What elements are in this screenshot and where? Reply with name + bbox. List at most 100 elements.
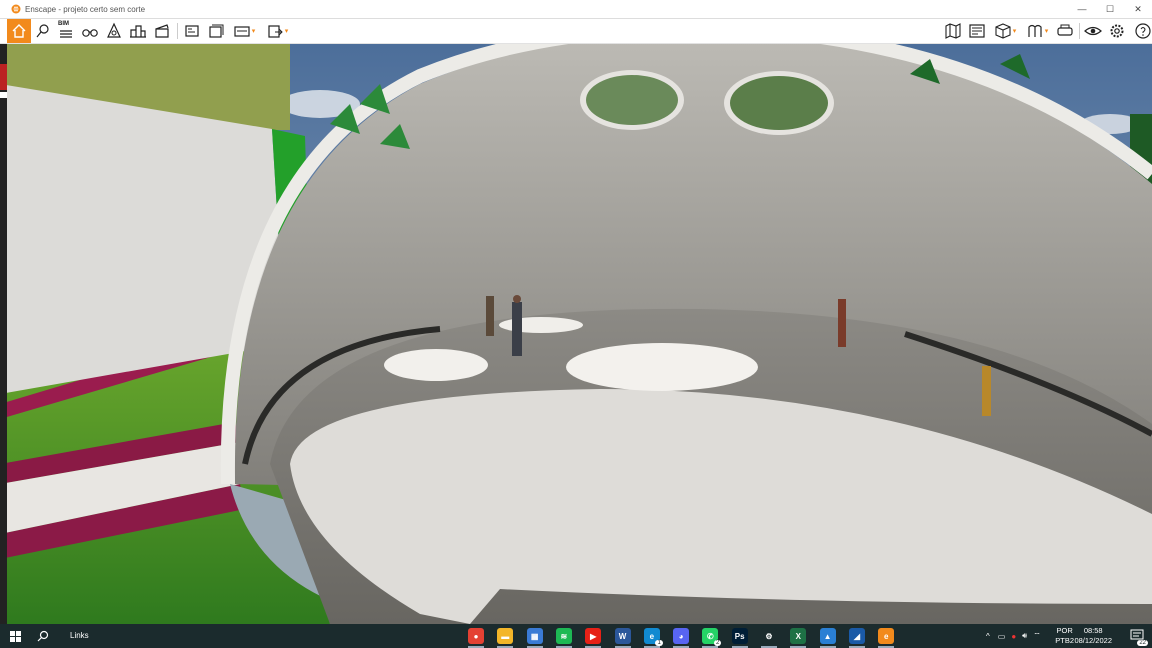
taskbar-app-button[interactable]: ◢ [845,624,869,648]
enscape-logo-icon [11,4,21,14]
taskbar-app-button[interactable]: e1 [640,624,664,648]
photos-icon: ▲ [819,628,836,644]
excel-icon: X [790,628,807,644]
keyboard-layout: PTB2 [1055,636,1074,645]
antivirus-icon[interactable]: ● [1011,632,1016,641]
cube-dropdown-caret-icon[interactable]: ▾ [1013,27,1017,35]
taskbar-app-button[interactable]: ≋ [552,624,576,648]
word-icon: W [614,628,631,644]
discord-icon: ◕ [673,628,690,644]
start-button[interactable] [4,624,26,648]
youtube-icon: ▶ [585,628,602,644]
taskbar-app-button[interactable]: e [874,624,898,648]
language-code: POR [1056,626,1073,635]
left-edge-strip [0,44,7,624]
batch-render-button[interactable] [205,19,227,43]
vr-headset-button[interactable] [1054,19,1076,43]
chrome-icon: ● [468,628,484,644]
render-viewport[interactable]: ^ [0,44,1152,624]
volume-icon[interactable]: 🔊︎ [1022,631,1027,641]
file-explorer-icon: ▬ [497,628,514,644]
binoculars-button[interactable] [79,19,101,43]
taskbar-app-button[interactable]: ✆ 2 [698,624,722,648]
notification-count-badge: 22 [1137,640,1148,646]
left-edge-red-block [0,64,7,90]
vr-headset-icon [1057,24,1073,36]
settings-icon [1110,24,1124,38]
maximize-button[interactable]: ☐ [1096,0,1124,18]
windows-start-icon [9,630,21,642]
taskbar-app-button[interactable]: ▶ [581,624,605,648]
export-button[interactable]: ▾ [262,19,292,43]
taskbar-app-button[interactable]: W [611,624,635,648]
help-icon [1135,23,1151,39]
video-editor-icon [155,24,169,38]
clock-date: 08/12/2022 [1074,636,1112,645]
panorama-dropdown-caret-icon[interactable]: ▾ [252,27,256,35]
screenshot-icon [185,25,199,37]
home-button[interactable] [7,19,31,43]
search-button[interactable] [32,624,54,648]
photoshop-icon: Ps [731,628,748,644]
clock-time: 08:58 [1083,626,1103,635]
panorama-icon [234,26,250,37]
cube-button[interactable]: ▾ [990,19,1020,43]
buildings-icon [130,25,146,38]
asset-library-icon [969,24,985,38]
taskbar-app-button[interactable]: ▲ [816,624,840,648]
video-editor-button[interactable] [151,19,173,43]
settings-app-icon: ⚙ [761,628,777,644]
close-button[interactable]: ✕ [1124,0,1152,18]
taskbar-app-button[interactable]: ▦ [523,624,547,648]
map-button[interactable] [942,19,964,43]
visual-settings-button[interactable] [1082,19,1104,43]
wifi-icon[interactable]: ⌔ [1033,631,1041,641]
windows-taskbar: Links ● ▬ ▦ ≋ ▶ We 1 ◕ ✆ 2 Ps ⚙ X ▲ ◢ e ^ ▭ ● 🔊︎ ⌔ POR … [0,624,1152,648]
visual-settings-icon [1084,26,1102,36]
export-icon [268,25,283,38]
export-dropdown-caret-icon[interactable]: ▾ [285,27,289,35]
enscape-app: Enscape - projeto certo sem corte — ☐ ✕ … [0,0,1152,648]
capture-pin-icon [36,24,49,38]
links-toolbar[interactable]: Links [70,624,89,648]
taskbar-app-button[interactable]: Ps [728,624,752,648]
home-icon [12,24,26,38]
taskbar-app-button[interactable]: ▬ [493,624,517,648]
render-style-icon [107,22,121,38]
bim-button[interactable]: BIM [55,19,77,43]
materials-dropdown-caret-icon[interactable]: ▾ [1045,27,1049,35]
panorama-button[interactable]: ▾ [229,19,259,43]
rendered-scene[interactable] [0,44,1152,624]
spotify-icon: ≋ [555,628,572,644]
materials-icon [1028,24,1042,37]
bim-label: BIM [58,21,69,27]
enscape-toolbar: BIM ▾ ▾ ▾ ▾ [0,19,1152,44]
taskbar-app-button[interactable]: ● [464,624,488,648]
app-badge: 2 [714,640,722,646]
settings-button[interactable] [1106,19,1128,43]
notification-center-button[interactable]: 22 [1130,628,1148,646]
materials-button[interactable]: ▾ [1022,19,1052,43]
minimize-button[interactable]: — [1068,0,1096,18]
render-style-button[interactable] [103,19,125,43]
sketchup-icon: ◢ [848,628,865,644]
tray-chevron-icon[interactable]: ^ [986,632,990,641]
taskbar-app-button[interactable]: X [786,624,810,648]
screenshot-button[interactable] [181,19,203,43]
cube-icon [995,23,1011,39]
input-language[interactable]: POR PTB2 [1055,626,1074,646]
battery-icon[interactable]: ▭ [998,632,1006,641]
binoculars-icon [82,29,98,37]
capture-pin-button[interactable] [32,19,54,43]
clock[interactable]: 08:58 08/12/2022 [1074,626,1112,646]
app-badge: 1 [655,640,663,646]
taskbar-app-button[interactable]: ⚙ [757,624,781,648]
buildings-button[interactable] [127,19,149,43]
enscape-icon: e [878,628,895,644]
title-bar: Enscape - projeto certo sem corte — ☐ ✕ [0,0,1152,19]
asset-library-button[interactable] [966,19,988,43]
toolbar-separator [1079,23,1080,39]
window-title: Enscape - projeto certo sem corte [25,4,146,14]
taskbar-app-button[interactable]: ◕ [669,624,693,648]
help-button[interactable] [1132,19,1152,43]
